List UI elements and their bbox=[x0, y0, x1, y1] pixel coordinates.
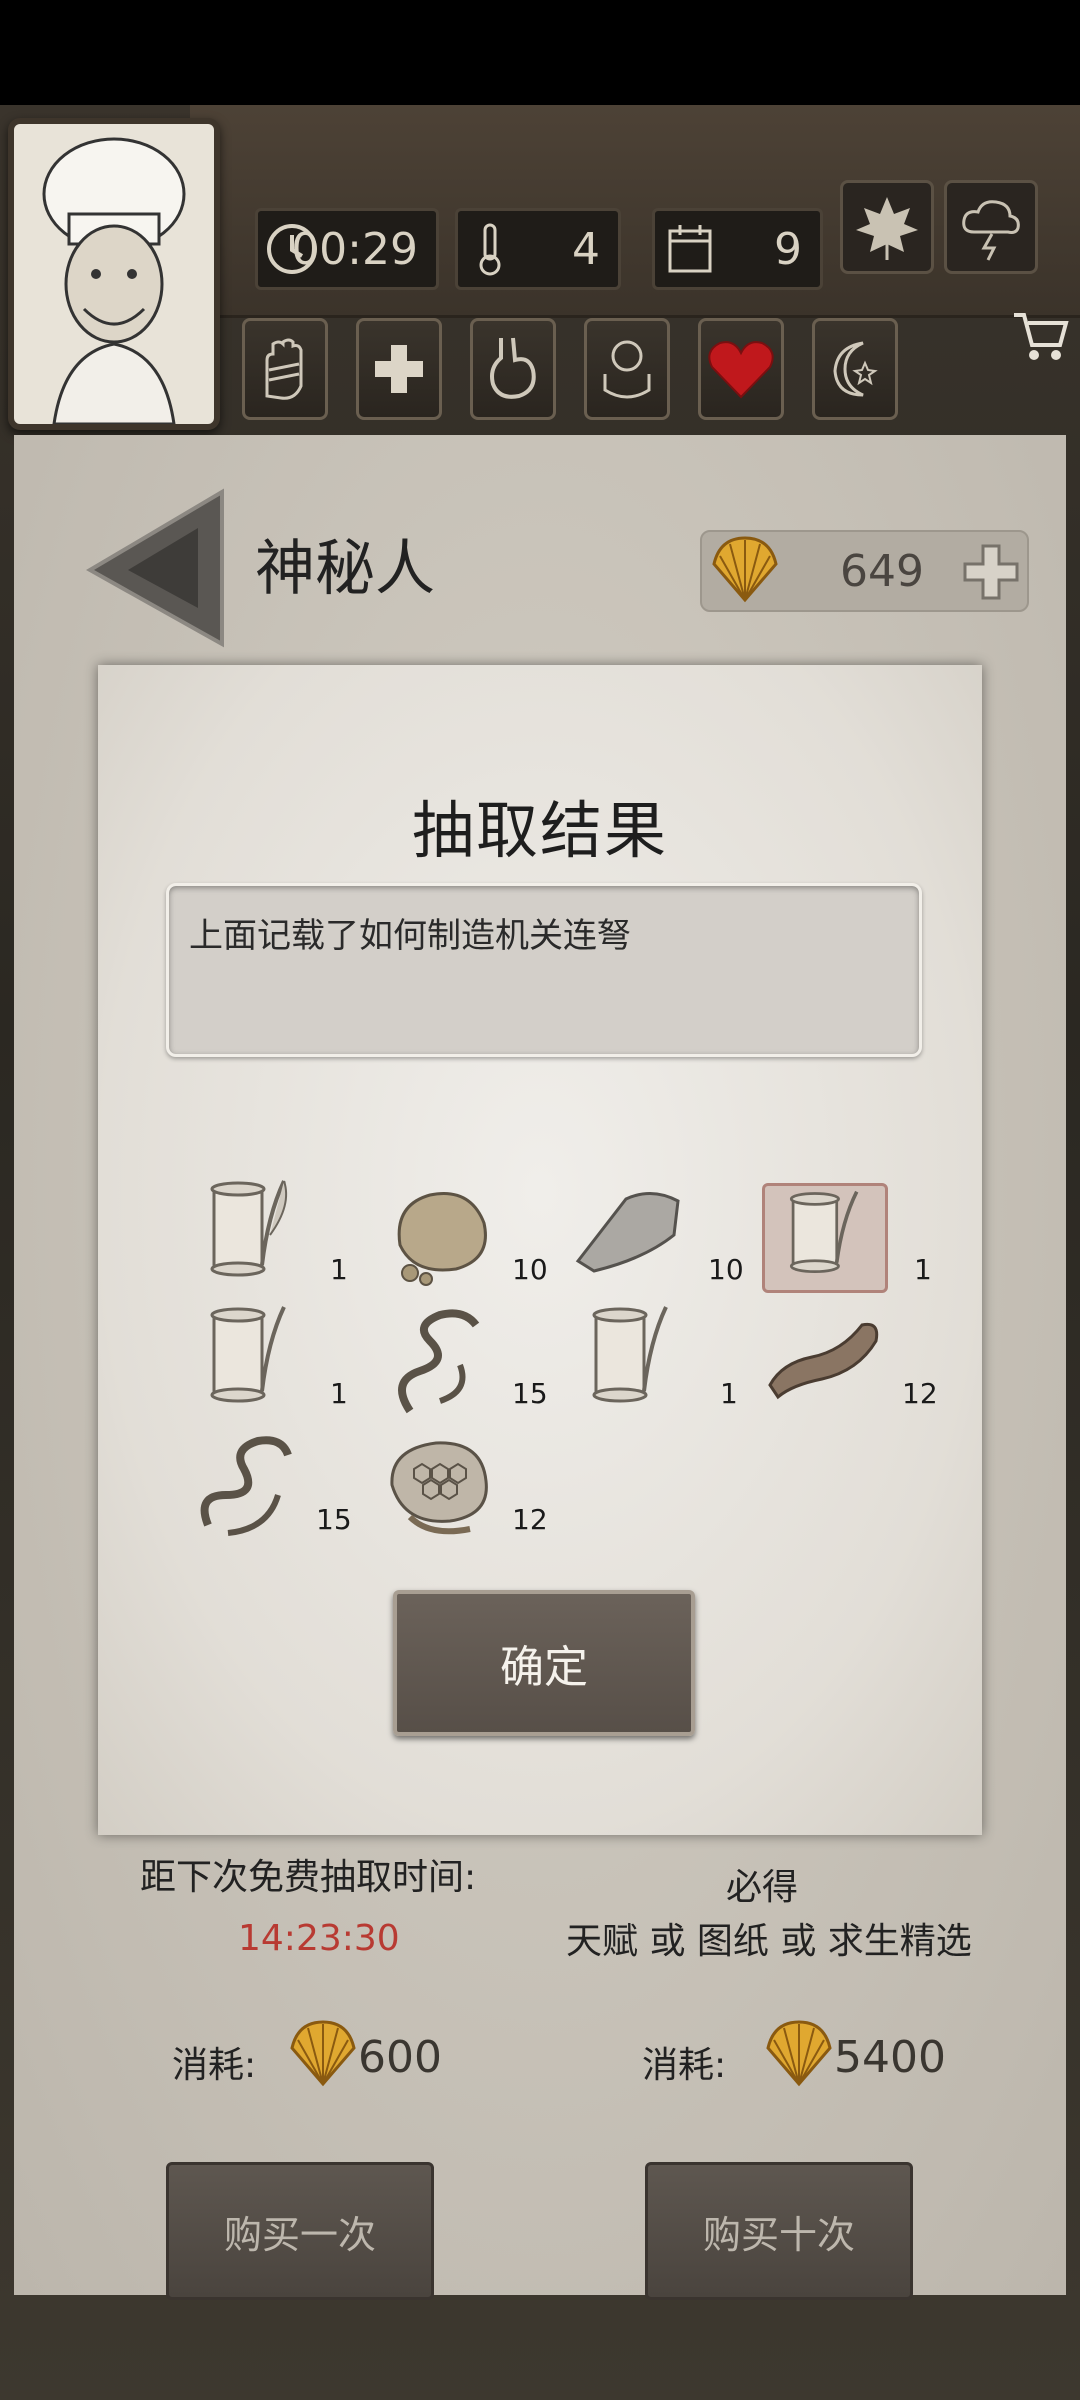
day-value: 9 bbox=[774, 223, 802, 275]
shop-cart-button[interactable] bbox=[1010, 305, 1070, 365]
result-item-count: 10 bbox=[512, 1253, 548, 1286]
cost-label-ten: 消耗: bbox=[642, 2045, 727, 2086]
item-description-box: 上面记载了如何制造机关连弩 bbox=[166, 883, 922, 1057]
medical-cross-icon bbox=[375, 345, 423, 393]
result-item-scroll[interactable] bbox=[570, 1301, 690, 1421]
shell-count: 649 bbox=[840, 546, 924, 597]
heart-icon bbox=[708, 341, 774, 399]
timer-display: 00:29 bbox=[255, 208, 439, 290]
stone-icon bbox=[575, 1192, 680, 1273]
honeycomb-icon bbox=[390, 1441, 488, 1535]
bandaged-hand-icon bbox=[265, 338, 303, 400]
maple-leaf-icon bbox=[856, 197, 918, 260]
free-draw-timer-value: 14:23:30 bbox=[238, 1918, 400, 1959]
result-item-rock[interactable] bbox=[380, 1175, 500, 1295]
result-item-count: 15 bbox=[316, 1503, 352, 1536]
confirm-button[interactable]: 确定 bbox=[393, 1590, 695, 1736]
page-title: 神秘人 bbox=[255, 534, 435, 604]
scroll-icon bbox=[210, 1180, 288, 1277]
weather-button[interactable] bbox=[944, 180, 1038, 274]
result-item-stone[interactable] bbox=[570, 1175, 690, 1295]
result-item-count: 12 bbox=[902, 1377, 938, 1410]
cost-label-single: 消耗: bbox=[172, 2045, 257, 2086]
health-status-button[interactable] bbox=[356, 318, 442, 420]
result-item-count: 15 bbox=[512, 1377, 548, 1410]
season-button[interactable] bbox=[840, 180, 934, 274]
cart-icon bbox=[1014, 313, 1069, 360]
result-item-scroll[interactable] bbox=[188, 1175, 308, 1295]
cost-ten-value: 5400 bbox=[834, 2032, 946, 2083]
plus-icon bbox=[963, 544, 1019, 600]
bandage-status-button[interactable] bbox=[242, 318, 328, 420]
meat-strip-icon bbox=[768, 1322, 879, 1400]
shell-icon bbox=[712, 536, 778, 603]
timer-value: 00:29 bbox=[291, 223, 418, 275]
result-item-vine[interactable] bbox=[380, 1301, 500, 1421]
back-button[interactable] bbox=[85, 488, 226, 648]
guarantee-detail: 天赋 或 图纸 或 求生精选 bbox=[566, 1921, 972, 1962]
heart-status-button[interactable] bbox=[698, 318, 784, 420]
guarantee-label: 必得 bbox=[726, 1867, 799, 1908]
stomach-icon bbox=[490, 337, 536, 399]
temperature-value: 4 bbox=[572, 223, 600, 275]
shell-currency-bar: 649 bbox=[700, 530, 1029, 612]
calendar-icon bbox=[668, 225, 712, 273]
temperature-display: 4 bbox=[455, 208, 621, 290]
draw-result-dialog: 抽取结果 上面记载了如何制造机关连弩 1 10 10 1 1 15 1 12 1… bbox=[98, 665, 982, 1835]
sleep-status-button[interactable] bbox=[812, 318, 898, 420]
buy-once-button[interactable]: 购买一次 bbox=[166, 2162, 434, 2300]
result-item-meat-strip[interactable] bbox=[762, 1301, 882, 1421]
result-item-count: 1 bbox=[330, 1377, 348, 1410]
storm-cloud-icon bbox=[962, 200, 1020, 261]
vine-icon bbox=[398, 1309, 480, 1414]
result-item-count: 1 bbox=[720, 1377, 738, 1410]
shell-icon bbox=[290, 2020, 356, 2087]
result-item-scroll-selected[interactable] bbox=[762, 1183, 888, 1293]
scroll-icon bbox=[592, 1306, 668, 1403]
stomach-status-button[interactable] bbox=[470, 318, 556, 420]
scroll-icon bbox=[789, 1190, 859, 1273]
shell-icon bbox=[766, 2020, 832, 2087]
add-currency-button[interactable] bbox=[963, 544, 1019, 600]
result-item-scroll[interactable] bbox=[188, 1301, 308, 1421]
day-counter: 9 bbox=[652, 208, 823, 290]
result-item-count: 10 bbox=[708, 1253, 744, 1286]
result-item-vine[interactable] bbox=[188, 1425, 308, 1545]
item-description-text: 上面记载了如何制造机关连弩 bbox=[189, 916, 631, 956]
back-arrow-icon bbox=[85, 488, 224, 648]
scroll-icon bbox=[210, 1306, 286, 1403]
result-item-count: 1 bbox=[330, 1253, 348, 1286]
dialog-title: 抽取结果 bbox=[411, 794, 668, 867]
chef-portrait[interactable] bbox=[8, 118, 220, 430]
cost-single-value: 600 bbox=[358, 2032, 442, 2083]
head-hand-icon bbox=[603, 340, 651, 399]
rock-icon bbox=[397, 1192, 487, 1286]
moon-star-icon bbox=[833, 341, 878, 397]
thermometer-icon bbox=[479, 223, 501, 276]
free-draw-timer-label: 距下次免费抽取时间: bbox=[140, 1857, 477, 1898]
result-item-count: 12 bbox=[512, 1503, 548, 1536]
result-item-count: 1 bbox=[914, 1253, 932, 1286]
buy-ten-button[interactable]: 购买十次 bbox=[645, 2162, 913, 2300]
sanity-status-button[interactable] bbox=[584, 318, 670, 420]
result-item-honeycomb[interactable] bbox=[380, 1425, 500, 1545]
vine-icon bbox=[200, 1436, 292, 1536]
